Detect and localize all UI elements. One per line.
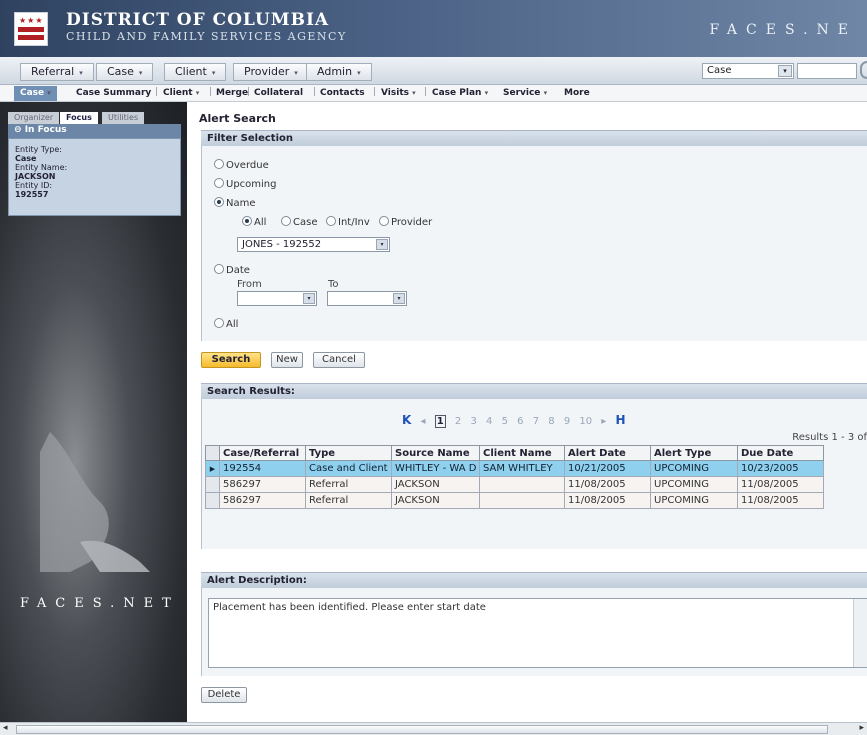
col-alert-type[interactable]: Alert Type [650, 445, 738, 461]
col-source-name[interactable]: Source Name [391, 445, 480, 461]
to-label: To [328, 279, 339, 290]
in-focus-box: Entity Type: Case Entity Name: JACKSON E… [8, 138, 181, 216]
radio-overdue[interactable]: Overdue [214, 159, 269, 171]
horizontal-scrollbar[interactable]: ◂ ▸ [0, 722, 867, 735]
subnav-visits[interactable]: Visits ▾ [381, 88, 416, 98]
prev-page-icon[interactable]: ◂ [421, 416, 426, 427]
table-row[interactable]: 586297 Referral JACKSON 11/08/2005 UPCOM… [205, 492, 824, 509]
scroll-thumb[interactable] [16, 725, 828, 734]
page-7[interactable]: 7 [533, 416, 539, 427]
radio-date[interactable]: Date [214, 264, 250, 276]
org-name: DISTRICT OF COLUMBIA [66, 10, 330, 30]
case-subnav: Case ▾ Case Summary | Client ▾ | Merge |… [0, 85, 867, 102]
tab-focus[interactable]: Focus [60, 112, 98, 124]
hands-image [40, 432, 150, 572]
menu-provider[interactable]: Provider ▾ [233, 63, 309, 81]
subnav-contacts[interactable]: Contacts [320, 88, 365, 98]
page-8[interactable]: 8 [548, 416, 554, 427]
dc-flag-logo: ★★★ [14, 12, 48, 46]
radio-all[interactable]: All [214, 318, 238, 330]
radio-upcoming[interactable]: Upcoming [214, 178, 277, 190]
main-content: Alert Search Filter Selection Overdue Up… [187, 102, 867, 722]
results-count: Results 1 - 3 of [792, 432, 867, 443]
table-row[interactable]: 586297 Referral JACKSON 11/08/2005 UPCOM… [205, 476, 824, 493]
alert-description-header: Alert Description: [201, 572, 867, 588]
col-alert-date[interactable]: Alert Date [564, 445, 651, 461]
scroll-left-icon[interactable]: ◂ [3, 723, 8, 733]
to-date-select[interactable]: ▾ [327, 291, 407, 306]
subnav-more[interactable]: More [564, 88, 590, 98]
brand-logo: FACES.NE [709, 22, 857, 38]
left-brand-logo: FACES.NET [20, 596, 180, 611]
subnav-client[interactable]: Client ▾ [163, 88, 199, 98]
search-button[interactable]: Search [201, 352, 261, 368]
entity-type-select[interactable]: Case ▾ [702, 63, 794, 79]
menu-admin[interactable]: Admin ▾ [306, 63, 372, 81]
tab-utilities[interactable]: Utilities [102, 112, 145, 124]
tab-organizer[interactable]: Organizer [8, 112, 60, 124]
col-case-referral[interactable]: Case/Referral [219, 445, 306, 461]
left-panel: Organizer Focus Utilities ⊖ In Focus Ent… [0, 102, 187, 722]
from-label: From [237, 279, 262, 290]
filter-panel: Overdue Upcoming Name All Case Int/Inv P… [201, 146, 867, 341]
subnav-case[interactable]: Case ▾ [14, 86, 57, 101]
radio-sub-all[interactable]: All [242, 216, 266, 228]
radio-sub-intinv[interactable]: Int/Inv [326, 216, 370, 228]
page-4[interactable]: 4 [486, 416, 492, 427]
page-10[interactable]: 10 [579, 416, 592, 427]
subnav-case-summary[interactable]: Case Summary [76, 88, 151, 98]
new-button[interactable]: New [271, 352, 303, 368]
entity-search-input[interactable] [797, 63, 857, 79]
page-5[interactable]: 5 [502, 416, 508, 427]
page-2[interactable]: 2 [455, 416, 461, 427]
page-9[interactable]: 9 [564, 416, 570, 427]
description-scrollbar[interactable] [853, 599, 867, 667]
radio-sub-case[interactable]: Case [281, 216, 317, 228]
col-due-date[interactable]: Due Date [737, 445, 824, 461]
page-1[interactable]: 1 [434, 415, 446, 428]
menu-case[interactable]: Case ▾ [96, 63, 154, 81]
table-header-row: Case/Referral Type Source Name Client Na… [205, 445, 824, 461]
col-client-name[interactable]: Client Name [479, 445, 565, 461]
first-page-icon[interactable]: K [402, 413, 411, 427]
org-subtitle: CHILD AND FAMILY SERVICES AGENCY [66, 30, 347, 43]
subnav-case-plan[interactable]: Case Plan ▾ [432, 88, 488, 98]
col-type[interactable]: Type [305, 445, 392, 461]
subnav-collateral[interactable]: Collateral [254, 88, 303, 98]
alert-description-textarea[interactable]: Placement has been identified. Please en… [208, 598, 867, 668]
from-date-select[interactable]: ▾ [237, 291, 317, 306]
table-row[interactable]: ▶ 192554 Case and Client WHITLEY - WA D … [205, 460, 824, 477]
delete-button[interactable]: Delete [201, 687, 247, 703]
page-6[interactable]: 6 [517, 416, 523, 427]
filter-selection-header: Filter Selection [201, 130, 867, 146]
name-select[interactable]: JONES - 192552 ▾ [237, 237, 390, 252]
cancel-button[interactable]: Cancel [313, 352, 365, 368]
last-page-icon[interactable]: H [616, 413, 626, 427]
in-focus-header[interactable]: ⊖ In Focus [8, 124, 181, 138]
results-table: Case/Referral Type Source Name Client Na… [205, 445, 824, 509]
row-selector-icon: ▶ [205, 460, 220, 477]
subnav-service[interactable]: Service ▾ [503, 88, 547, 98]
menu-client[interactable]: Client ▾ [164, 63, 227, 81]
next-page-icon[interactable]: ▸ [601, 416, 606, 427]
pager: K ◂ 1 2 3 4 5 6 7 8 9 10 ▸ H [402, 413, 632, 428]
app-header: ★★★ DISTRICT OF COLUMBIA CHILD AND FAMIL… [0, 0, 867, 57]
radio-sub-provider[interactable]: Provider [379, 216, 432, 228]
page-3[interactable]: 3 [470, 416, 476, 427]
subnav-merge[interactable]: Merge [216, 88, 248, 98]
search-results-header: Search Results: [201, 383, 867, 399]
go-icon[interactable] [860, 61, 867, 79]
menu-referral[interactable]: Referral ▾ [20, 63, 94, 81]
radio-name[interactable]: Name [214, 197, 256, 209]
menu-bar: Referral ▾ Case ▾ Client ▾ Provider ▾ Admin ▾… [0, 57, 867, 85]
page-title: Alert Search [199, 112, 276, 125]
scroll-right-icon[interactable]: ▸ [859, 723, 864, 733]
